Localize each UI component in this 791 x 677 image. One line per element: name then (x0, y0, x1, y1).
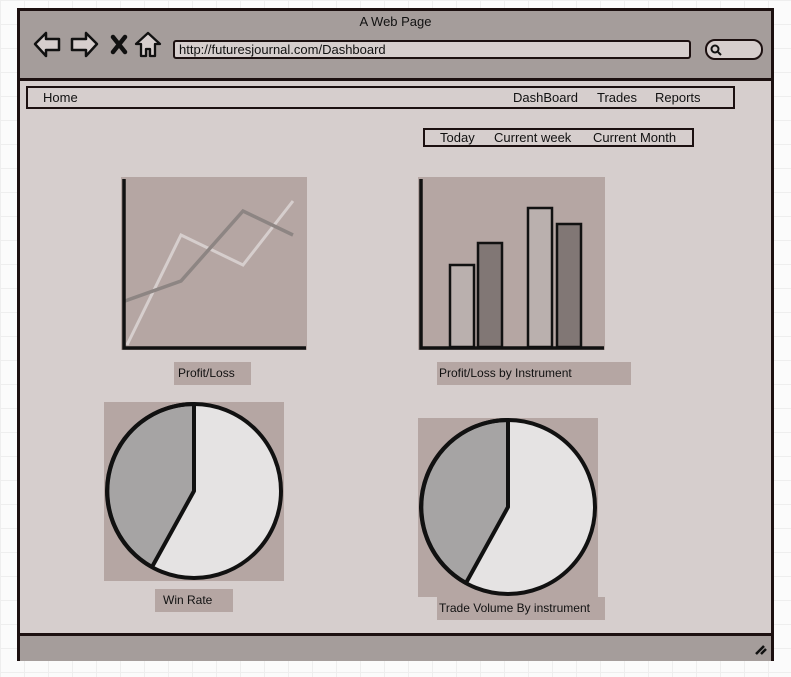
browser-window: A Web Page http://futuresjournal.com/Das… (17, 8, 774, 661)
win-rate-pie-chart (104, 402, 284, 581)
status-bar (20, 633, 771, 661)
bar (448, 263, 476, 349)
search-field[interactable] (705, 39, 763, 60)
nav-home[interactable]: Home (43, 90, 78, 105)
profit-loss-label: Profit/Loss (174, 362, 251, 385)
tab-current-week[interactable]: Current week (494, 130, 571, 145)
trade-volume-pie-chart (418, 418, 598, 597)
back-arrow-icon[interactable] (33, 31, 61, 58)
win-rate-label: Win Rate (155, 589, 233, 612)
nav-bar: Home DashBoard Trades Reports (26, 86, 735, 109)
profit-loss-line-chart (121, 177, 307, 350)
nav-buttons (33, 31, 162, 58)
period-tabs: Today Current week Current Month (423, 128, 694, 147)
forward-arrow-icon[interactable] (70, 31, 99, 58)
browser-toolbar: A Web Page http://futuresjournal.com/Das… (20, 11, 771, 81)
bar (526, 206, 554, 349)
nav-trades[interactable]: Trades (597, 90, 637, 105)
line-series-dark (124, 208, 294, 303)
bar (555, 222, 583, 349)
profit-loss-by-instrument-label: Profit/Loss by Instrument (437, 362, 631, 385)
stop-icon[interactable] (110, 34, 128, 55)
profit-loss-by-instrument-bar-chart (418, 177, 605, 350)
window-title: A Web Page (359, 14, 432, 29)
chart-axes (122, 179, 306, 350)
resize-grip-icon[interactable] (754, 642, 768, 656)
tab-today[interactable]: Today (440, 130, 475, 145)
search-icon (710, 44, 722, 56)
tab-current-month[interactable]: Current Month (593, 130, 676, 145)
bar (476, 241, 504, 349)
trade-volume-label: Trade Volume By instrument (437, 597, 605, 620)
home-icon[interactable] (134, 31, 162, 58)
nav-reports[interactable]: Reports (655, 90, 701, 105)
nav-dashboard[interactable]: DashBoard (513, 90, 578, 105)
address-bar[interactable]: http://futuresjournal.com/Dashboard (173, 40, 691, 59)
